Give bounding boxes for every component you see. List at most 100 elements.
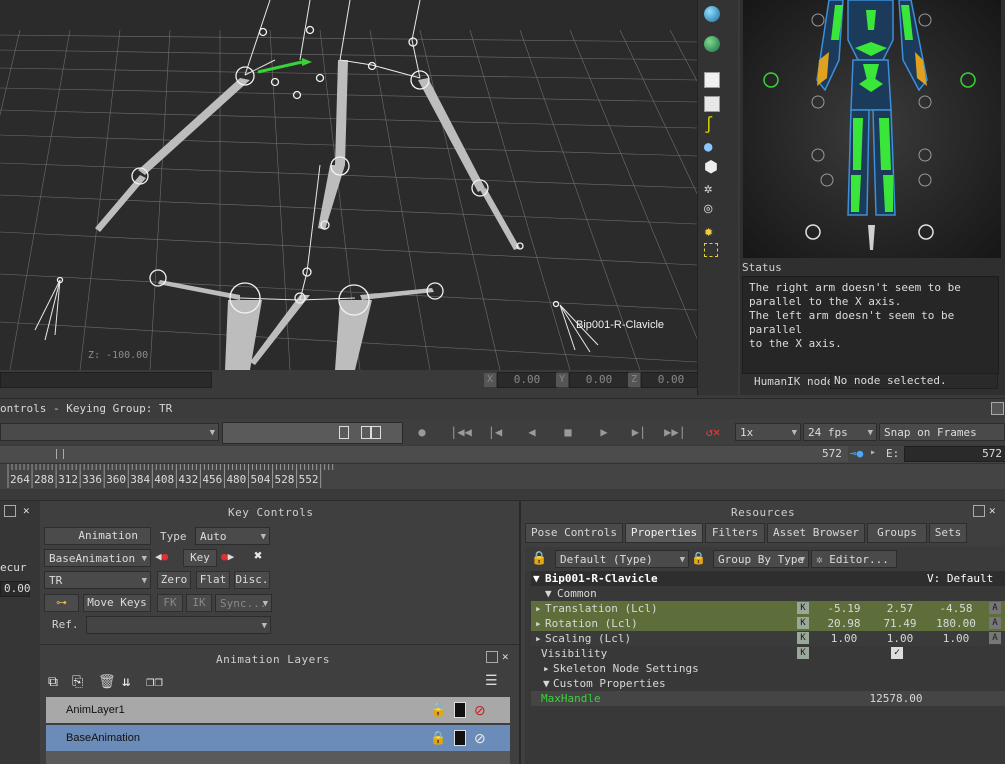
custom-props-group[interactable]: ▼ Custom Properties (531, 676, 1005, 691)
property-row[interactable]: ▸ Rotation (Lcl) K 20.98 71.49 180.00 A (531, 616, 1005, 631)
disc-button[interactable]: Disc. (234, 571, 270, 589)
k-badge[interactable]: K (797, 602, 809, 614)
timeline[interactable]: 572 ⊸● ▸ E: 572 264 288 312 336 360 384 408 432… (0, 446, 1005, 489)
solo-icon[interactable] (454, 702, 466, 718)
ik-button[interactable]: IK (186, 594, 212, 612)
globe-add-icon[interactable] (704, 36, 720, 52)
goto-end-icon[interactable]: ▶▶| (662, 423, 688, 441)
a-badge[interactable]: A (989, 617, 1001, 629)
goto-start-icon[interactable]: |◀◀ (448, 423, 474, 441)
keying-group-dropdown[interactable]: TR ▼ (44, 571, 151, 589)
anim-layer-row[interactable]: BaseAnimation 🔒 ⊘ (46, 725, 510, 751)
next-key-red-icon[interactable]: ●▶ (221, 550, 234, 563)
skeleton-icon[interactable]: ✲ (704, 180, 722, 198)
expand-icon[interactable]: ▸ (535, 616, 542, 631)
sync-dropdown[interactable]: Sync... ▼ (215, 594, 272, 612)
property-y-value[interactable]: 71.49 (873, 616, 927, 631)
humanik-figure-view[interactable] (743, 0, 1001, 258)
expand-icon[interactable]: ▸ (535, 631, 542, 646)
layers-icon[interactable]: ❐❐ (146, 674, 163, 690)
property-z-value[interactable]: 1.00 (929, 631, 983, 646)
property-y-value[interactable]: 2.57 (873, 601, 927, 616)
record-icon[interactable]: ● (412, 423, 432, 441)
a-badge[interactable]: A (989, 632, 1001, 644)
trash-icon[interactable]: 🗑 (98, 674, 116, 690)
a-badge[interactable]: A (989, 602, 1001, 614)
stop-icon[interactable]: ■ (558, 423, 578, 441)
fk-button[interactable]: FK (157, 594, 183, 612)
lock-icon[interactable]: 🔒 (430, 725, 446, 751)
snap-dropdown[interactable]: Snap on Frames (879, 423, 1005, 441)
timeline-ruler[interactable] (0, 463, 1005, 489)
collapse-icon[interactable]: ▼ (543, 676, 550, 691)
property-row[interactable]: ▸ Scaling (Lcl) K 1.00 1.00 1.00 A (531, 631, 1005, 646)
anim-layer-row[interactable]: AnimLayer1 🔒 ⊘ (46, 697, 510, 723)
restore-icon[interactable] (486, 651, 498, 663)
add-layer-icon[interactable]: ⧉ (48, 674, 58, 690)
visibility-row[interactable]: Visibility K ✓ (531, 646, 1005, 661)
move-keys-icon[interactable]: ⊶ (44, 594, 79, 612)
tab-properties[interactable]: Properties (625, 523, 703, 543)
type-dropdown[interactable]: Auto ▼ (195, 527, 270, 545)
collapse-icon[interactable]: ▼ (533, 571, 540, 586)
box-select-icon[interactable] (704, 243, 718, 257)
duplicate-layer-icon[interactable]: ⎘ (72, 674, 83, 690)
z-coord-field[interactable]: 0.00 (641, 372, 701, 388)
ref-dropdown[interactable]: ▼ (86, 616, 271, 634)
key-button[interactable]: Key (183, 549, 217, 567)
tab-sets[interactable]: Sets (929, 523, 967, 543)
expand-icon[interactable]: ▸ (543, 661, 550, 676)
hexagon-icon[interactable]: ⬢ (704, 158, 722, 176)
prev-key-icon[interactable]: |◀ (484, 423, 506, 441)
3d-viewport[interactable]: Z: -100.00 Bip001-R-Clavicle (0, 0, 697, 370)
play-icon[interactable]: ▶ (594, 423, 614, 441)
humanik-node-field[interactable]: No node selected. (830, 373, 998, 389)
tab-pose-controls[interactable]: Pose Controls (525, 523, 623, 543)
property-z-value[interactable]: 180.00 (929, 616, 983, 631)
collapse-icon[interactable]: ▼ (545, 586, 552, 601)
end-frame-field[interactable]: 572 (904, 446, 1005, 462)
editor-button[interactable]: ✲ Editor... (811, 550, 897, 568)
list-menu-icon[interactable]: ☰ (485, 673, 498, 689)
y-coord-field[interactable]: 0.00 (569, 372, 629, 388)
camera-icon[interactable]: ⌾ (704, 201, 722, 219)
delete-key-icon[interactable]: ✖ (254, 548, 262, 564)
restore-icon[interactable] (973, 505, 985, 517)
lock-icon[interactable]: 🔒 (691, 551, 706, 565)
filter-dropdown[interactable]: Default (Type) ▼ (555, 550, 689, 568)
bone-name-label[interactable]: Bip001-R-Clavicle (576, 319, 664, 331)
tab-asset-browser[interactable]: Asset Browser (767, 523, 865, 543)
zero-button[interactable]: Zero (157, 571, 191, 589)
cube-white-icon[interactable] (704, 96, 720, 112)
restore-icon[interactable] (991, 402, 1004, 415)
property-x-value[interactable]: 20.98 (817, 616, 871, 631)
scrub-slider[interactable] (222, 422, 403, 444)
timeline-range-bar[interactable]: 572 (0, 446, 848, 462)
mute-icon[interactable]: ⊘ (474, 725, 486, 751)
max-handle-row[interactable]: MaxHandle 12578.00 (531, 691, 1005, 706)
visibility-checkbox[interactable]: ✓ (891, 647, 903, 659)
object-header[interactable]: ▼ Bip001-R-Clavicle V: Default (531, 571, 1005, 586)
animation-button[interactable]: Animation (44, 527, 151, 545)
next-frame-icon[interactable]: ▸ (870, 447, 880, 461)
light-icon[interactable]: ● (704, 138, 722, 156)
close-icon[interactable]: ✕ (502, 650, 509, 663)
k-badge[interactable]: K (797, 617, 809, 629)
property-y-value[interactable]: 1.00 (873, 631, 927, 646)
close-icon[interactable]: ✕ (989, 504, 996, 517)
fps-dropdown[interactable]: 24 fps ▼ (803, 423, 877, 441)
take-dropdown[interactable]: BaseAnimation ▼ (44, 549, 151, 567)
skeleton-settings-group[interactable]: ▸ Skeleton Node Settings (531, 661, 1005, 676)
frame-marker-icon[interactable]: ⊸● (850, 447, 868, 461)
range-grip-icon[interactable] (56, 449, 64, 459)
globe-icon[interactable] (704, 6, 720, 22)
group-by-dropdown[interactable]: Group By Type ▼ (713, 550, 809, 568)
prev-key-red-icon[interactable]: ◀● (155, 550, 168, 563)
max-handle-value[interactable]: 12578.00 (861, 691, 931, 706)
property-x-value[interactable]: 1.00 (817, 631, 871, 646)
expand-icon[interactable]: ▸ (535, 601, 542, 616)
k-badge[interactable]: K (797, 632, 809, 644)
property-x-value[interactable]: -5.19 (817, 601, 871, 616)
loop-off-icon[interactable]: ↺✕ (700, 423, 726, 441)
common-group[interactable]: ▼ Common (531, 586, 1005, 601)
